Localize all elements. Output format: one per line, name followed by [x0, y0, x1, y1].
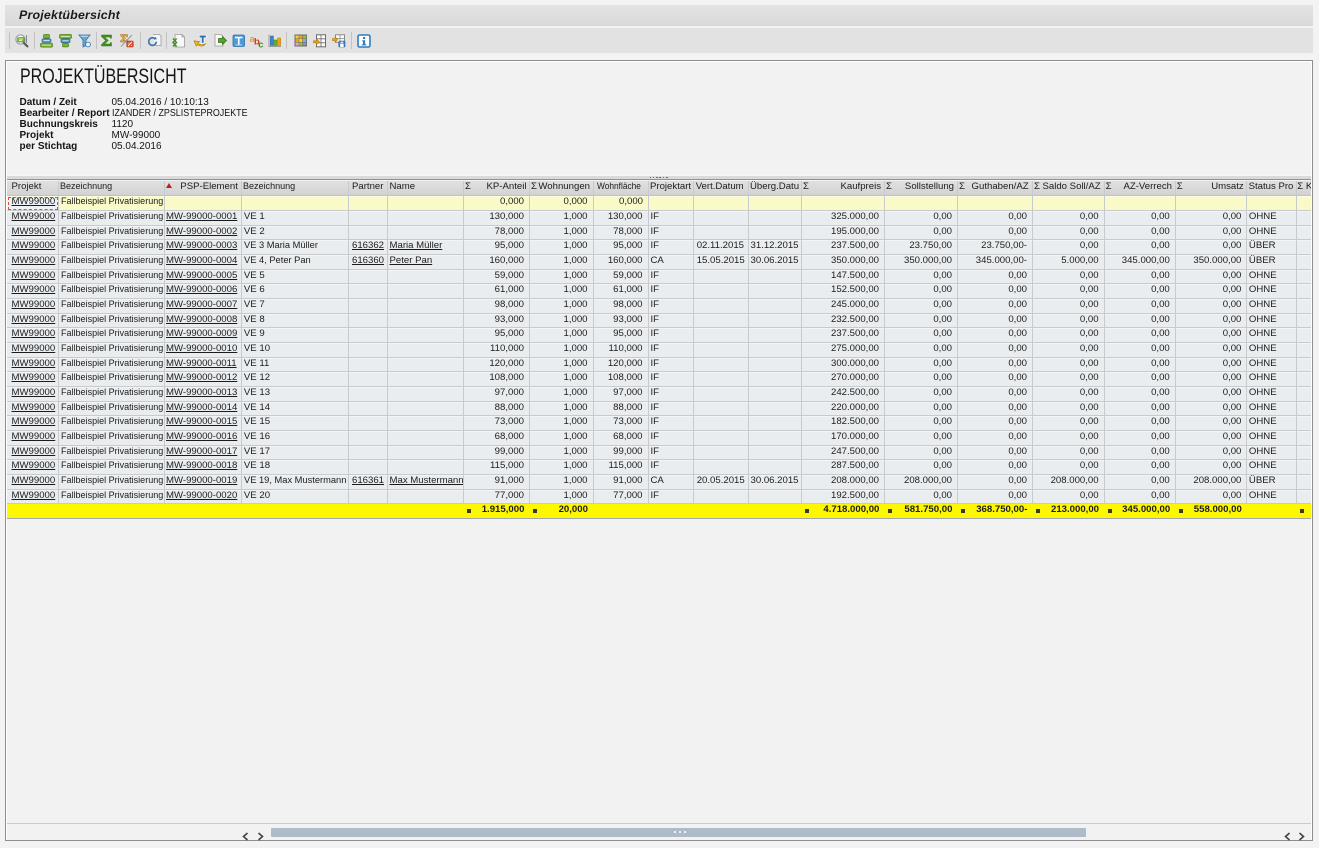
svg-text:c: c [258, 39, 263, 48]
